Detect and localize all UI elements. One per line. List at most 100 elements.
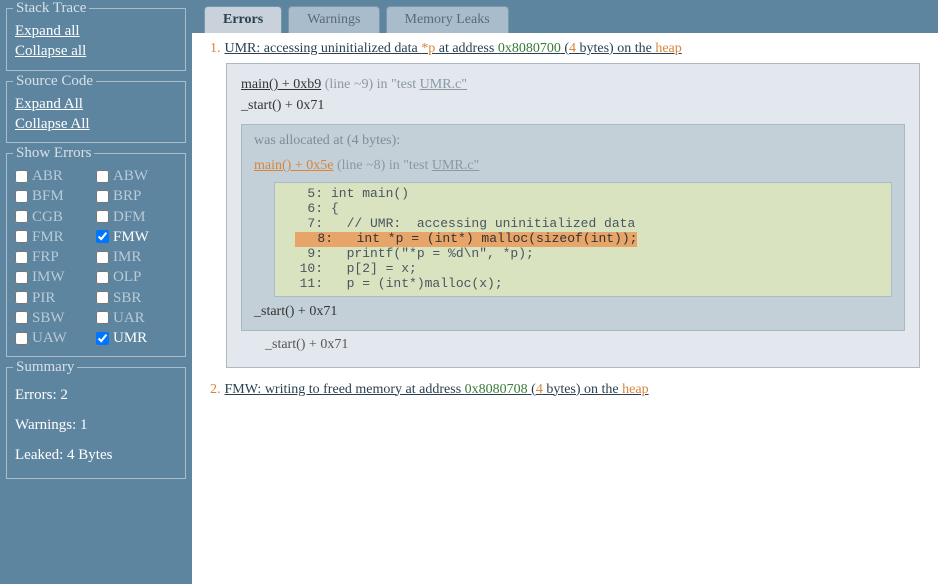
filter-label: SBW bbox=[32, 308, 65, 328]
filter-label: BRP bbox=[113, 186, 141, 206]
source-code-legend: Source Code bbox=[13, 74, 96, 89]
filter-label: OLP bbox=[113, 267, 141, 287]
filter-checkbox-fmr[interactable] bbox=[15, 230, 28, 243]
summary-legend: Summary bbox=[13, 360, 77, 375]
source-code-panel: Source Code Expand All Collapse All bbox=[6, 81, 186, 144]
alloc-stack-frame[interactable]: main() + 0x5e (line ~8) in "test UMR.c" bbox=[254, 155, 892, 176]
filter-checkbox-sbw[interactable] bbox=[15, 311, 28, 324]
filter-label: IMR bbox=[113, 247, 141, 267]
expand-all-link[interactable]: Expand all bbox=[15, 21, 177, 41]
code-line: 7: // UMR: accessing uninitialized data bbox=[275, 217, 891, 232]
filter-uar[interactable]: UAR bbox=[96, 308, 177, 328]
error-list-content: 1. UMR: accessing uninitialized data *p a… bbox=[192, 33, 938, 584]
error-detail-box: main() + 0xb9 (line ~9) in "test UMR.c"_… bbox=[226, 63, 920, 368]
stack-frame[interactable]: _start() + 0x71 bbox=[241, 95, 905, 116]
error-title-link[interactable]: FMW: writing to freed memory at address … bbox=[225, 382, 649, 397]
filter-label: CGB bbox=[32, 207, 63, 227]
filter-abw[interactable]: ABW bbox=[96, 166, 177, 186]
tab-errors[interactable]: Errors bbox=[204, 6, 282, 33]
show-errors-panel: Show Errors ABRABWBFMBRPCGBDFMFMRFMWFRPI… bbox=[6, 153, 186, 357]
filter-imr[interactable]: IMR bbox=[96, 247, 177, 267]
filter-dfm[interactable]: DFM bbox=[96, 207, 177, 227]
error-title-link[interactable]: UMR: accessing uninitialized data *p at … bbox=[225, 41, 682, 56]
summary-warnings: Warnings: 1 bbox=[15, 410, 177, 440]
show-errors-legend: Show Errors bbox=[13, 146, 94, 161]
source-snippet: 5:int main()6:{7: // UMR: accessing unin… bbox=[274, 182, 892, 297]
src-collapse-all-link[interactable]: Collapse All bbox=[15, 114, 177, 134]
filter-label: UMR bbox=[113, 328, 147, 348]
filter-label: IMW bbox=[32, 267, 65, 287]
filter-label: UAR bbox=[113, 308, 145, 328]
filter-sbw[interactable]: SBW bbox=[15, 308, 96, 328]
src-expand-all-link[interactable]: Expand All bbox=[15, 94, 177, 114]
filter-checkbox-imw[interactable] bbox=[15, 271, 28, 284]
summary-errors: Errors: 2 bbox=[15, 380, 177, 410]
summary-panel: Summary Errors: 2 Warnings: 1 Leaked: 4 … bbox=[6, 367, 186, 479]
stack-trace-legend: Stack Trace bbox=[13, 1, 89, 16]
filter-label: ABR bbox=[32, 166, 63, 186]
code-line: 6:{ bbox=[275, 202, 891, 217]
allocation-title: was allocated at (4 bytes): bbox=[254, 133, 892, 149]
filter-checkbox-brp[interactable] bbox=[96, 190, 109, 203]
collapse-all-link[interactable]: Collapse all bbox=[15, 41, 177, 61]
error-item: 1. UMR: accessing uninitialized data *p a… bbox=[210, 41, 920, 368]
error-item: 2. FMW: writing to freed memory at addres… bbox=[210, 382, 920, 398]
filter-olp[interactable]: OLP bbox=[96, 267, 177, 287]
filter-checkbox-fmw[interactable] bbox=[96, 230, 109, 243]
tab-memory-leaks[interactable]: Memory Leaks bbox=[386, 6, 509, 33]
tab-warnings[interactable]: Warnings bbox=[288, 6, 379, 33]
code-line: 10: p[2] = x; bbox=[275, 262, 891, 277]
error-heading: 2. FMW: writing to freed memory at addres… bbox=[210, 382, 920, 398]
filter-checkbox-imr[interactable] bbox=[96, 251, 109, 264]
filter-checkbox-dfm[interactable] bbox=[96, 210, 109, 223]
filter-label: FRP bbox=[32, 247, 59, 267]
filter-checkbox-frp[interactable] bbox=[15, 251, 28, 264]
filter-checkbox-uar[interactable] bbox=[96, 311, 109, 324]
filter-fmw[interactable]: FMW bbox=[96, 227, 177, 247]
filter-imw[interactable]: IMW bbox=[15, 267, 96, 287]
filter-label: ABW bbox=[113, 166, 148, 186]
filter-checkbox-uaw[interactable] bbox=[15, 332, 28, 345]
stack-trace-panel: Stack Trace Expand all Collapse all bbox=[6, 8, 186, 71]
summary-leaked: Leaked: 4 Bytes bbox=[15, 440, 177, 470]
filter-checkbox-cgb[interactable] bbox=[15, 210, 28, 223]
filter-checkbox-bfm[interactable] bbox=[15, 190, 28, 203]
filter-checkbox-pir[interactable] bbox=[15, 291, 28, 304]
filter-sbr[interactable]: SBR bbox=[96, 288, 177, 308]
filter-pir[interactable]: PIR bbox=[15, 288, 96, 308]
filter-label: FMW bbox=[113, 227, 149, 247]
filter-checkbox-abr[interactable] bbox=[15, 170, 28, 183]
error-filter-list: ABRABWBFMBRPCGBDFMFMRFMWFRPIMRIMWOLPPIRS… bbox=[15, 166, 177, 348]
filter-checkbox-sbr[interactable] bbox=[96, 291, 109, 304]
error-number: 1. bbox=[210, 41, 221, 56]
filter-brp[interactable]: BRP bbox=[96, 186, 177, 206]
filter-bfm[interactable]: BFM bbox=[15, 186, 96, 206]
filter-label: UAW bbox=[32, 328, 67, 348]
code-line: 11: p = (int*)malloc(x); bbox=[275, 277, 891, 292]
code-line: 8: int *p = (int*) malloc(sizeof(int)); bbox=[275, 232, 891, 247]
tab-bar: Errors Warnings Memory Leaks bbox=[192, 0, 938, 33]
filter-frp[interactable]: FRP bbox=[15, 247, 96, 267]
filter-checkbox-abw[interactable] bbox=[96, 170, 109, 183]
alloc-stack-frame[interactable]: _start() + 0x71 bbox=[254, 301, 892, 322]
filter-fmr[interactable]: FMR bbox=[15, 227, 96, 247]
error-heading: 1. UMR: accessing uninitialized data *p a… bbox=[210, 41, 920, 57]
filter-abr[interactable]: ABR bbox=[15, 166, 96, 186]
stack-frame[interactable]: main() + 0xb9 (line ~9) in "test UMR.c" bbox=[241, 74, 905, 95]
filter-cgb[interactable]: CGB bbox=[15, 207, 96, 227]
filter-label: FMR bbox=[32, 227, 64, 247]
filter-umr[interactable]: UMR bbox=[96, 328, 177, 348]
filter-label: DFM bbox=[113, 207, 146, 227]
error-number: 2. bbox=[210, 382, 221, 397]
filter-label: SBR bbox=[113, 288, 141, 308]
filter-checkbox-umr[interactable] bbox=[96, 332, 109, 345]
code-line: 9: printf("*p = %d\n", *p); bbox=[275, 247, 891, 262]
stack-frame[interactable]: _start() + 0x71 bbox=[241, 337, 905, 353]
allocation-box: was allocated at (4 bytes): main() + 0x5e… bbox=[241, 124, 905, 331]
filter-label: PIR bbox=[32, 288, 55, 308]
filter-label: BFM bbox=[32, 186, 64, 206]
code-line: 5:int main() bbox=[275, 187, 891, 202]
filter-uaw[interactable]: UAW bbox=[15, 328, 96, 348]
filter-checkbox-olp[interactable] bbox=[96, 271, 109, 284]
sidebar: Stack Trace Expand all Collapse all Sour… bbox=[0, 0, 192, 584]
